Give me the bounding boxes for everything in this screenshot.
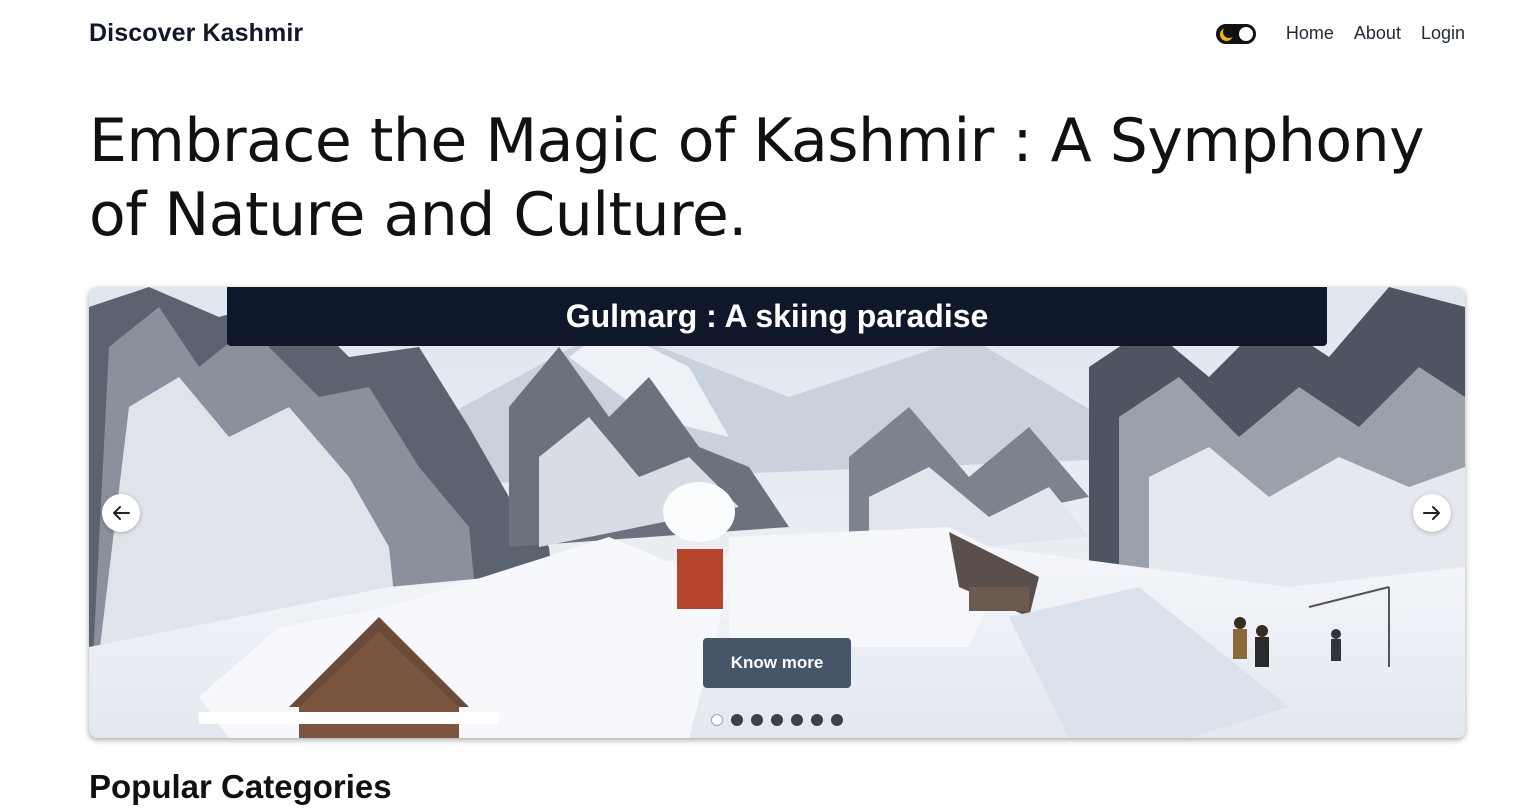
slide-caption: Gulmarg : A skiing paradise	[227, 287, 1327, 346]
carousel-dot[interactable]	[751, 714, 763, 726]
hero-title: Embrace the Magic of Kashmir : A Symphon…	[89, 106, 1425, 250]
nav-links: Home About Login	[1286, 23, 1465, 44]
nav-link-home[interactable]: Home	[1286, 23, 1334, 44]
carousel-dot[interactable]	[791, 714, 803, 726]
theme-toggle-icon[interactable]	[1216, 24, 1256, 44]
know-more-button[interactable]: Know more	[703, 638, 851, 688]
carousel-dot[interactable]	[811, 714, 823, 726]
carousel-dot[interactable]	[771, 714, 783, 726]
carousel-indicators	[711, 714, 843, 726]
carousel-prev-button[interactable]	[102, 494, 140, 532]
nav-link-login[interactable]: Login	[1421, 23, 1465, 44]
brand-logo[interactable]: Discover Kashmir	[89, 19, 303, 48]
carousel-dot[interactable]	[731, 714, 743, 726]
arrow-left-icon	[113, 506, 130, 520]
carousel-dot[interactable]	[711, 714, 723, 726]
carousel: Gulmarg : A skiing paradise Know more	[89, 287, 1465, 738]
section-title: Popular Categories	[89, 768, 392, 805]
nav-link-about[interactable]: About	[1354, 23, 1401, 44]
slide-title: Gulmarg : A skiing paradise	[565, 298, 989, 334]
navbar: Discover Kashmir Home About Login	[0, 0, 1517, 70]
carousel-next-button[interactable]	[1413, 494, 1451, 532]
toggle-knob	[1239, 27, 1253, 41]
carousel-dot[interactable]	[831, 714, 843, 726]
arrow-right-icon	[1423, 506, 1440, 520]
